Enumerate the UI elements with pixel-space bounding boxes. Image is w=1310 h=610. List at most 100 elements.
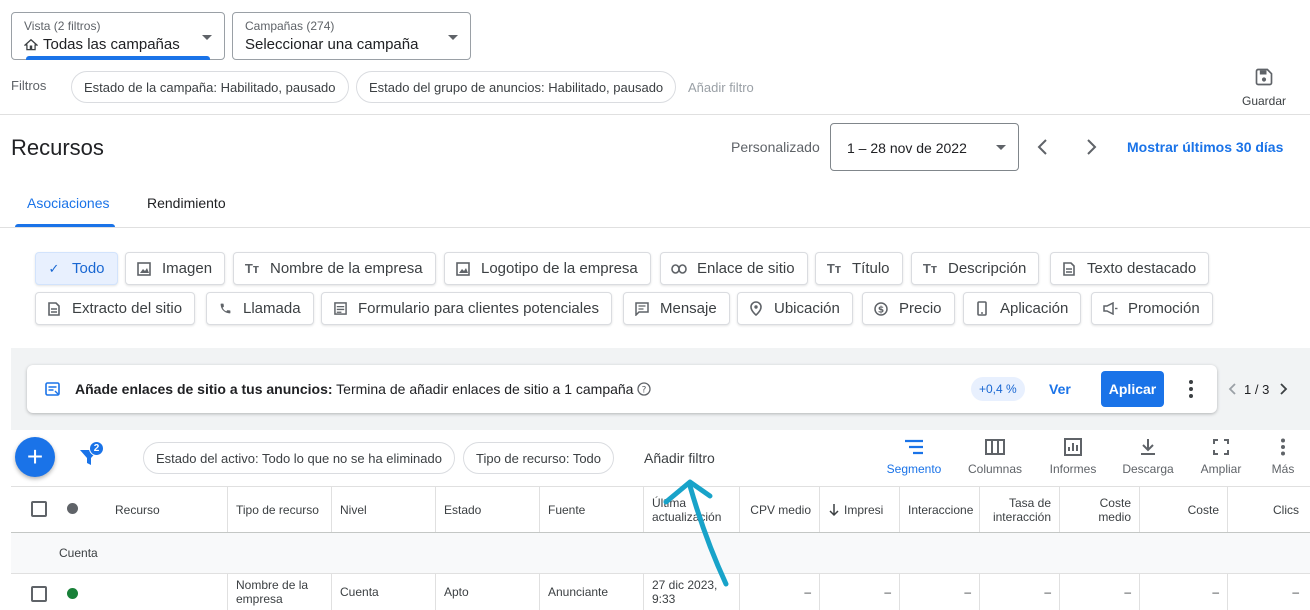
type-chip-business-name[interactable]: Tт Nombre de la empresa [233, 252, 436, 285]
more-button[interactable]: Más [1264, 438, 1302, 476]
type-chip-sitelink[interactable]: Enlace de sitio [660, 252, 808, 285]
help-icon[interactable]: ? [637, 382, 652, 396]
expand-label: Ampliar [1200, 462, 1242, 476]
type-chip-lead-form[interactable]: Formulario para clientes potenciales [321, 292, 612, 325]
arrow-down-icon [829, 503, 839, 516]
type-chip-callout[interactable]: Texto destacado [1050, 252, 1210, 285]
type-chip-label: Aplicación [1000, 300, 1069, 317]
view-selector[interactable]: Vista (2 filtros) Todas las campañas [11, 12, 225, 60]
add-filter-link[interactable]: Añadir filtro [688, 80, 754, 95]
date-range-picker[interactable]: 1 – 28 nov de 2022 [830, 123, 1019, 171]
location-pin-icon [748, 301, 764, 317]
column-header-interacciones[interactable]: Interaccione [899, 487, 979, 532]
text-size-icon: Tт [826, 261, 842, 276]
column-header-impresiones[interactable]: Impresi [819, 487, 899, 532]
column-header-coste-medio[interactable]: Coste medio [1059, 487, 1139, 532]
chevron-left-icon[interactable] [1034, 137, 1052, 157]
show-last-30-days-link[interactable]: Mostrar últimos 30 días [1127, 139, 1283, 155]
select-all-checkbox[interactable] [31, 501, 47, 517]
type-chip-todo[interactable]: ✓ Todo [35, 252, 118, 285]
add-filter-button[interactable]: Añadir filtro [644, 450, 715, 466]
phone-icon [217, 301, 233, 317]
chevron-right-icon[interactable] [1278, 382, 1288, 396]
column-header-estado[interactable]: Estado [435, 487, 539, 532]
date-mode-label: Personalizado [731, 139, 820, 155]
filters-label: Filtros [11, 78, 47, 93]
campaign-selector[interactable]: Campañas (274) Seleccionar una campaña [232, 12, 471, 60]
home-icon [24, 38, 38, 50]
type-chip-message[interactable]: Mensaje [623, 292, 730, 325]
columns-button[interactable]: Columnas [962, 438, 1028, 476]
tab-rendimiento[interactable]: Rendimiento [147, 195, 226, 211]
type-chip-description[interactable]: Tт Descripción [911, 252, 1040, 285]
svg-text:?: ? [642, 385, 647, 395]
recommendation-title: Añade enlaces de sitio a tus anuncios: [75, 381, 333, 397]
recommendation-pager: 1 / 3 [1244, 382, 1270, 397]
column-header-coste[interactable]: Coste [1139, 487, 1227, 532]
date-range-value: 1 – 28 nov de 2022 [847, 140, 967, 156]
type-chip-structured-snippet[interactable]: Extracto del sitio [35, 292, 196, 325]
more-vert-icon[interactable] [1188, 379, 1194, 399]
cell-impresiones: – [819, 574, 899, 610]
segment-button[interactable]: Segmento [882, 438, 946, 476]
download-button[interactable]: Descarga [1116, 438, 1180, 476]
type-chip-headline[interactable]: Tт Título [815, 252, 903, 285]
tab-asociaciones[interactable]: Asociaciones [27, 195, 110, 211]
row-checkbox[interactable] [31, 586, 47, 602]
filter-chip-adgroup-status[interactable]: Estado del grupo de anuncios: Habilitado… [356, 71, 677, 103]
reports-button[interactable]: Informes [1042, 438, 1104, 476]
status-dot-active [67, 588, 78, 599]
recommendation-text: Termina de añadir enlaces de sitio a 1 c… [336, 381, 634, 397]
column-header-recurso[interactable]: Recurso [107, 487, 227, 532]
chevron-left-icon[interactable] [1228, 382, 1238, 396]
filter-chip-asset-status[interactable]: Estado del activo: Todo lo que no se ha … [143, 442, 455, 474]
svg-text:$: $ [878, 305, 884, 315]
filter-chip-resource-type[interactable]: Tipo de recurso: Todo [463, 442, 615, 474]
type-chip-label: Enlace de sitio [697, 260, 795, 277]
type-chip-label: Texto destacado [1087, 260, 1197, 277]
chevron-down-icon [448, 35, 458, 40]
reports-label: Informes [1049, 462, 1097, 476]
divider [0, 114, 1310, 115]
type-chip-label: Promoción [1128, 300, 1200, 317]
filter-chip-campaign-status[interactable]: Estado de la campaña: Habilitado, pausad… [71, 71, 349, 103]
type-chip-imagen[interactable]: Imagen [125, 252, 226, 285]
group-label: Cuenta [59, 546, 98, 560]
download-label: Descarga [1122, 462, 1174, 476]
column-header-clics[interactable]: Clics [1227, 487, 1307, 532]
download-icon [1141, 439, 1155, 455]
cell-clics: – [1227, 574, 1307, 610]
link-icon [671, 261, 687, 277]
type-chip-label: Formulario para clientes potenciales [358, 300, 599, 317]
view-button[interactable]: Ver [1049, 381, 1071, 397]
more-label: Más [1271, 462, 1295, 476]
save-icon [1255, 68, 1273, 86]
apply-button[interactable]: Aplicar [1101, 371, 1164, 407]
view-selector-indicator [26, 56, 210, 60]
type-chip-promotion[interactable]: Promoción [1091, 292, 1213, 325]
type-chip-price[interactable]: $ Precio [862, 292, 955, 325]
column-header-tasa[interactable]: Tasa de interacción [979, 487, 1059, 532]
type-chip-logo[interactable]: Logotipo de la empresa [444, 252, 651, 285]
segment-icon [905, 439, 923, 455]
status-dot-header [67, 503, 78, 514]
expand-button[interactable]: Ampliar [1192, 438, 1250, 476]
recommendation-card: Añade enlaces de sitio a tus anuncios: T… [27, 365, 1217, 413]
column-header-tipo[interactable]: Tipo de recurso [227, 487, 331, 532]
type-chip-app[interactable]: Aplicación [963, 292, 1082, 325]
chevron-right-icon[interactable] [1082, 137, 1100, 157]
save-button[interactable]: Guardar [1236, 67, 1292, 108]
type-chip-call[interactable]: Llamada [206, 292, 314, 325]
add-asset-button[interactable]: + [15, 437, 55, 477]
save-label: Guardar [1241, 94, 1287, 108]
view-selector-value: Todas las campañas [43, 36, 180, 53]
column-header-cpv[interactable]: CPV medio [739, 487, 819, 532]
filter-button[interactable]: 2 [77, 441, 107, 471]
type-chip-label: Mensaje [660, 300, 717, 317]
form-icon [332, 301, 348, 317]
type-chip-label: Ubicación [774, 300, 840, 317]
column-header-fuente[interactable]: Fuente [539, 487, 643, 532]
filter-count-badge: 2 [89, 441, 104, 456]
column-header-nivel[interactable]: Nivel [331, 487, 435, 532]
type-chip-location[interactable]: Ubicación [737, 292, 853, 325]
